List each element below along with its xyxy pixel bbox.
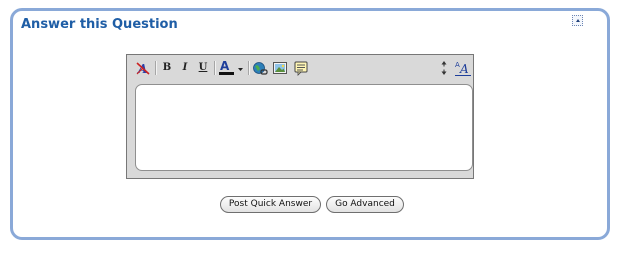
underline-button[interactable]: U bbox=[195, 60, 211, 76]
font-size-underline bbox=[455, 75, 471, 76]
post-quick-answer-button[interactable]: Post Quick Answer bbox=[220, 196, 321, 213]
insert-link-icon[interactable] bbox=[252, 60, 268, 76]
remove-format-icon[interactable]: A bbox=[135, 60, 151, 76]
panel-title: Answer this Question bbox=[21, 17, 178, 32]
italic-button[interactable]: I bbox=[177, 60, 193, 76]
go-advanced-button[interactable]: Go Advanced bbox=[326, 196, 404, 213]
rich-text-editor: A B I U A bbox=[126, 54, 474, 179]
editor-toolbar: A B I U A bbox=[127, 55, 473, 81]
quote-icon[interactable] bbox=[293, 60, 309, 76]
toolbar-separator bbox=[248, 61, 249, 75]
answer-text-area[interactable] bbox=[135, 84, 473, 171]
font-color-swatch bbox=[219, 72, 234, 75]
insert-image-icon[interactable] bbox=[272, 60, 288, 76]
toolbar-separator bbox=[155, 61, 156, 75]
toolbar-separator bbox=[214, 61, 215, 75]
collapse-icon[interactable] bbox=[572, 15, 583, 26]
resize-editor-icon[interactable] bbox=[436, 60, 452, 76]
font-color-button[interactable]: A bbox=[218, 59, 238, 76]
bold-button[interactable]: B bbox=[159, 60, 175, 76]
font-size-button[interactable]: A A bbox=[454, 60, 472, 76]
chevron-down-icon[interactable] bbox=[237, 60, 244, 76]
